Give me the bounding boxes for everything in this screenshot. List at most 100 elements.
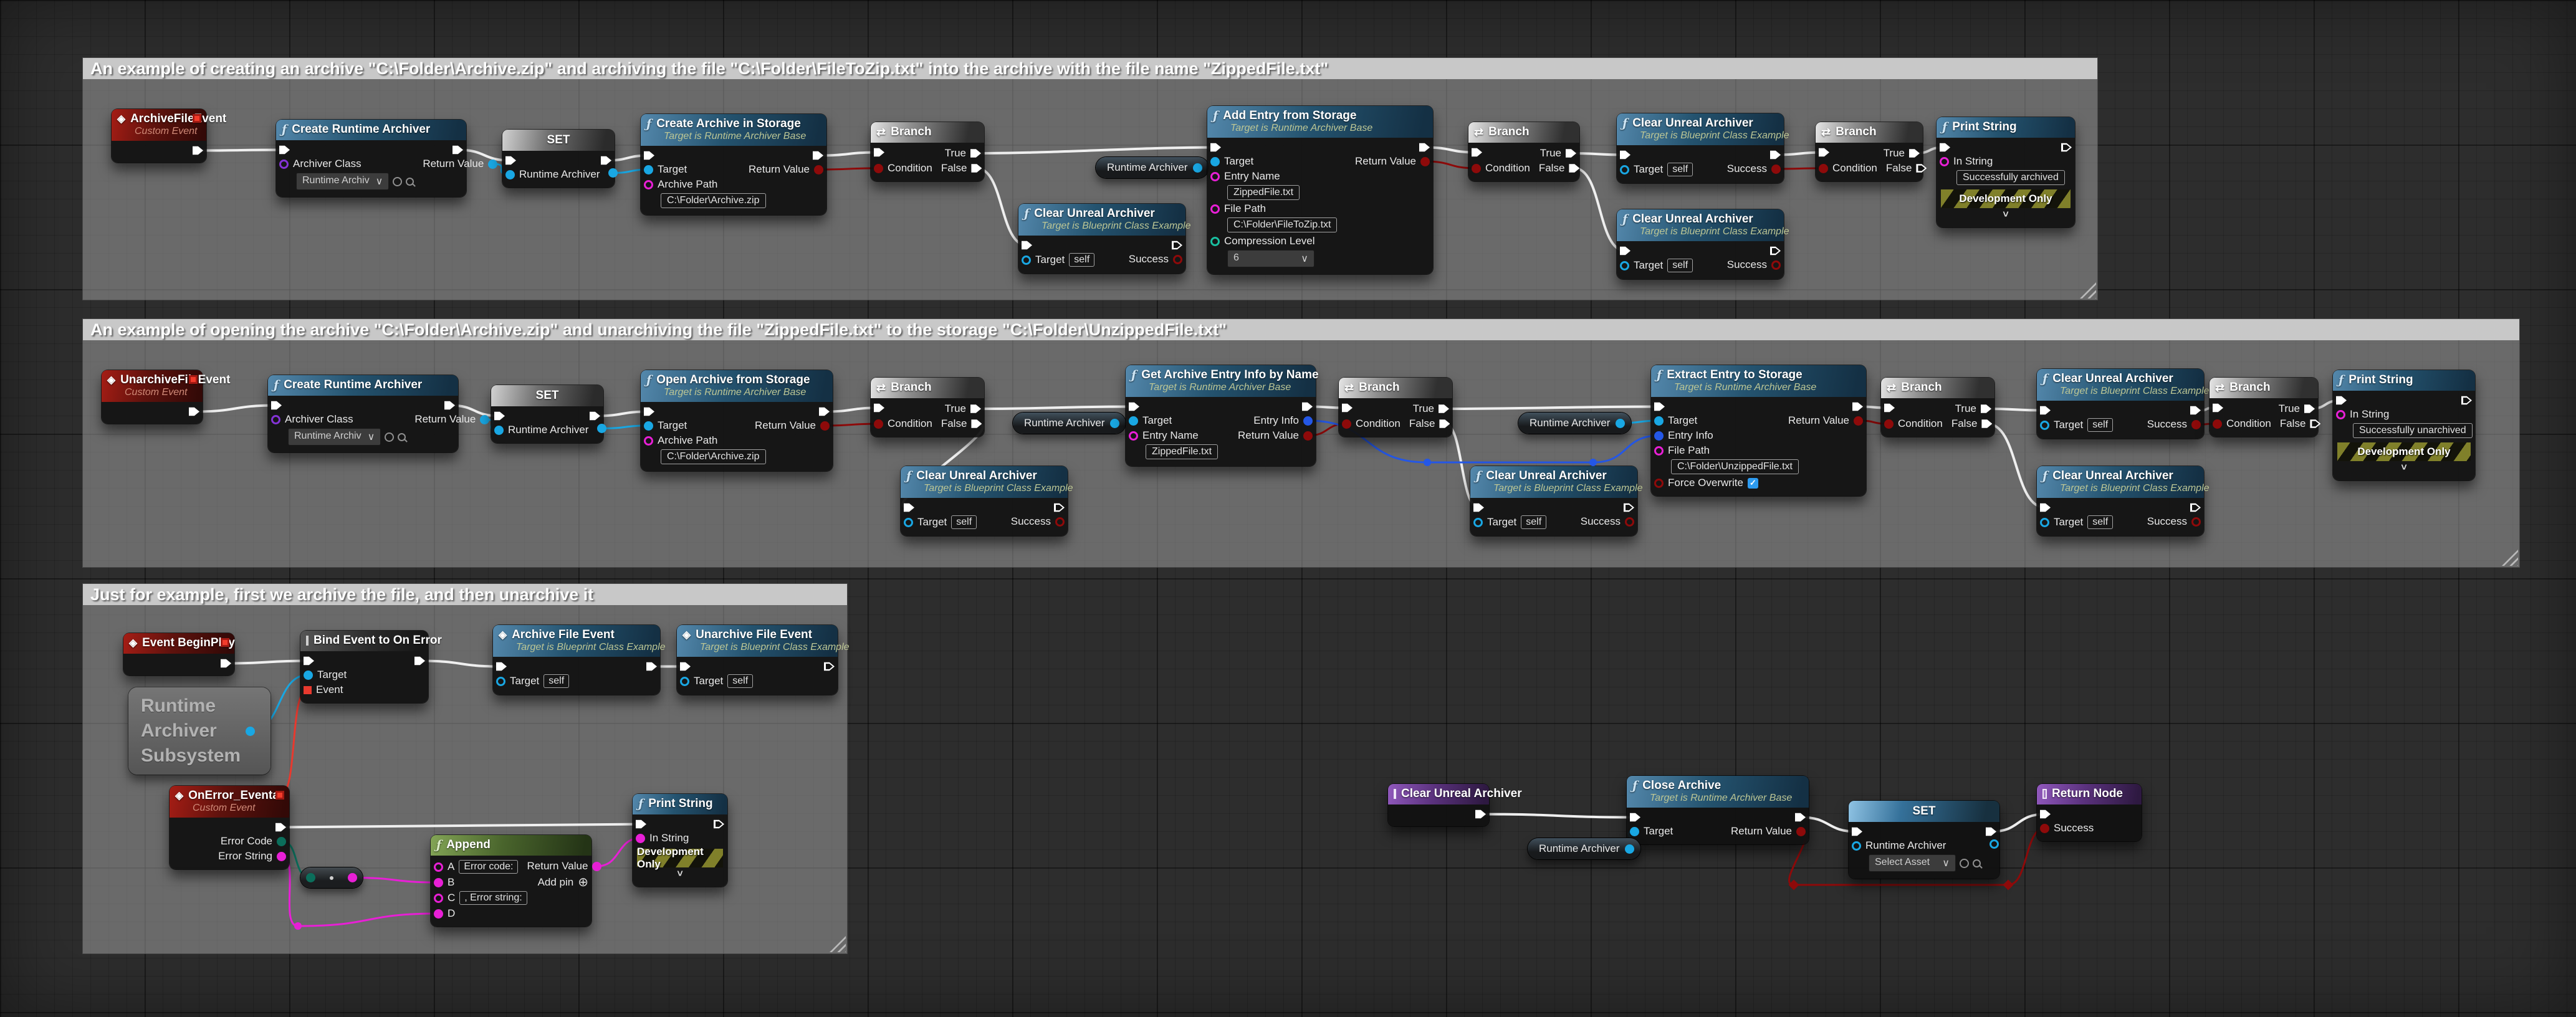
node-ufe[interactable]: ◈Unarchive File EventTarget is Blueprint… <box>677 625 838 695</box>
pin-text-input[interactable]: Successfully unarchived <box>2353 423 2473 438</box>
bool-pin[interactable] <box>1884 419 1894 429</box>
exec-pin[interactable] <box>1940 142 1950 153</box>
obj-pin[interactable] <box>1473 518 1483 527</box>
exec-pin[interactable] <box>1342 403 1353 413</box>
wire[interactable] <box>819 168 879 170</box>
obj-pin[interactable] <box>1620 165 1629 174</box>
exec-pin[interactable] <box>1819 147 1829 158</box>
node-br3[interactable]: ⇄BranchTrueConditionFalse <box>1816 122 1923 181</box>
obj-pin[interactable] <box>494 426 504 435</box>
exec-pin[interactable] <box>1795 812 1806 823</box>
bool-pin[interactable] <box>1796 827 1806 836</box>
exec-pin[interactable] <box>1630 812 1640 823</box>
exec-pin[interactable] <box>1210 142 1221 153</box>
wire[interactable] <box>226 661 309 664</box>
cls-pin[interactable] <box>279 160 289 169</box>
exec-pin[interactable] <box>1770 150 1781 160</box>
wire[interactable] <box>976 148 1216 154</box>
node-cra1[interactable]: ƒCreate Runtime ArchiverArchiver ClassRu… <box>276 120 466 197</box>
node-cua2[interactable]: ƒClear Unreal ArchiverTarget is Blueprin… <box>1617 113 1784 183</box>
str-pin[interactable] <box>636 834 645 843</box>
collapse-chevron-icon[interactable]: ˅ <box>2333 464 2475 475</box>
bool-pin[interactable] <box>820 421 830 431</box>
exec-pin[interactable] <box>1569 163 1579 174</box>
variable-node-pill4[interactable]: Runtime Archiver <box>1528 838 1640 859</box>
exec-pin[interactable] <box>971 163 982 174</box>
exec-pin[interactable] <box>1986 826 1996 837</box>
exec-pin[interactable] <box>505 155 516 166</box>
pin-value-box[interactable]: self <box>1069 253 1094 267</box>
bool-pin[interactable] <box>2040 824 2049 833</box>
str-pin[interactable] <box>2336 410 2345 419</box>
str-pin[interactable] <box>434 909 443 919</box>
bool-pin[interactable] <box>1420 157 1430 166</box>
bool-pin[interactable] <box>1654 479 1664 488</box>
exec-pin[interactable] <box>1439 404 1449 414</box>
delegate-pin[interactable] <box>275 791 284 800</box>
byte-pin[interactable] <box>306 873 315 882</box>
node-cra2[interactable]: ƒCreate Runtime ArchiverArchiver ClassRu… <box>268 375 458 452</box>
wire[interactable] <box>353 878 439 883</box>
str-pin[interactable] <box>1210 204 1220 214</box>
exec-pin[interactable] <box>970 148 981 159</box>
exec-pin[interactable] <box>452 145 463 155</box>
pin-value-box[interactable]: Error code: <box>459 860 518 874</box>
wire[interactable] <box>976 407 1134 409</box>
exec-pin[interactable] <box>414 656 425 666</box>
node-oas[interactable]: ƒOpen Archive from StorageTarget is Runt… <box>641 370 833 471</box>
exec-pin[interactable] <box>1566 148 1576 159</box>
exec-pin[interactable] <box>2304 404 2315 414</box>
exec-pin[interactable] <box>2310 419 2320 429</box>
obj-pin[interactable] <box>2040 518 2049 527</box>
exec-pin[interactable] <box>2040 405 2051 416</box>
pin-value-box[interactable]: self <box>951 515 977 529</box>
pin-value-box[interactable]: self <box>2087 418 2113 432</box>
delegate-pin[interactable] <box>189 375 198 384</box>
struct-pin[interactable] <box>1654 431 1664 441</box>
node-oer[interactable]: ◈OnError_EventaCustom EventError CodeErr… <box>170 786 289 869</box>
node-afe[interactable]: ◈Archive File EventTarget is Blueprint C… <box>493 625 660 695</box>
wire[interactable] <box>1481 814 1635 818</box>
node-cuap[interactable]: Clear Unreal Archiver <box>1388 784 1489 826</box>
reset-icon[interactable] <box>393 177 402 186</box>
wire[interactable] <box>420 661 502 667</box>
node-cua5[interactable]: ƒClear Unreal ArchiverTarget is Blueprin… <box>1470 466 1637 536</box>
obj-pin[interactable] <box>496 677 505 686</box>
bool-pin[interactable] <box>2191 420 2201 429</box>
pin-value-box[interactable]: self <box>543 674 569 688</box>
str-pin[interactable] <box>434 862 443 872</box>
exec-pin[interactable] <box>1852 826 1862 837</box>
graph-canvas[interactable]: An example of creating an archive "C:\Fo… <box>0 0 2576 1017</box>
pin-value-box[interactable]: self <box>727 674 753 688</box>
exec-pin[interactable] <box>2461 395 2472 406</box>
pin-text-input[interactable]: C:\Folder\UnzippedFile.txt <box>1671 459 1799 474</box>
obj-pin[interactable] <box>1654 416 1664 426</box>
obj-pin[interactable] <box>2040 421 2049 430</box>
node-ret[interactable]: Return NodeSuccess <box>2037 784 2142 841</box>
pin-text-input[interactable]: C:\Folder\FileToZip.txt <box>1227 217 1337 232</box>
exec-pin[interactable] <box>1770 246 1781 256</box>
dropdown[interactable]: Runtime Archiv∨ <box>296 173 389 190</box>
exec-pin[interactable] <box>714 819 724 829</box>
node-e2[interactable]: ◈UnarchiveFileEventCustom Event <box>102 370 203 424</box>
bool-pin[interactable] <box>1771 260 1781 270</box>
node-ps2[interactable]: ƒPrint StringIn StringSuccessfully unarc… <box>2333 370 2475 480</box>
variable-node-rasub[interactable]: RuntimeArchiverSubsystem <box>128 687 271 775</box>
exec-pin[interactable] <box>971 419 982 429</box>
exec-pin[interactable] <box>813 150 823 161</box>
obj-pin[interactable] <box>304 671 313 680</box>
obj-pin[interactable] <box>1022 255 1031 265</box>
obj-pin[interactable] <box>1630 827 1639 836</box>
obj-pin[interactable] <box>597 424 606 433</box>
str-pin[interactable] <box>277 852 286 861</box>
bool-pin[interactable] <box>2191 517 2201 527</box>
obj-pin[interactable] <box>644 421 653 431</box>
variable-node-pill1[interactable]: Runtime Archiver <box>1096 157 1209 178</box>
obj-pin[interactable] <box>505 170 515 179</box>
int-pin[interactable] <box>1210 237 1220 246</box>
node-br7[interactable]: ⇄BranchTrueConditionFalse <box>2210 378 2318 437</box>
delegate-pin[interactable] <box>193 114 201 123</box>
pin-text-input[interactable]: Successfully archived <box>1956 170 2065 185</box>
exec-pin[interactable] <box>1654 401 1665 412</box>
exec-pin[interactable] <box>819 406 830 417</box>
